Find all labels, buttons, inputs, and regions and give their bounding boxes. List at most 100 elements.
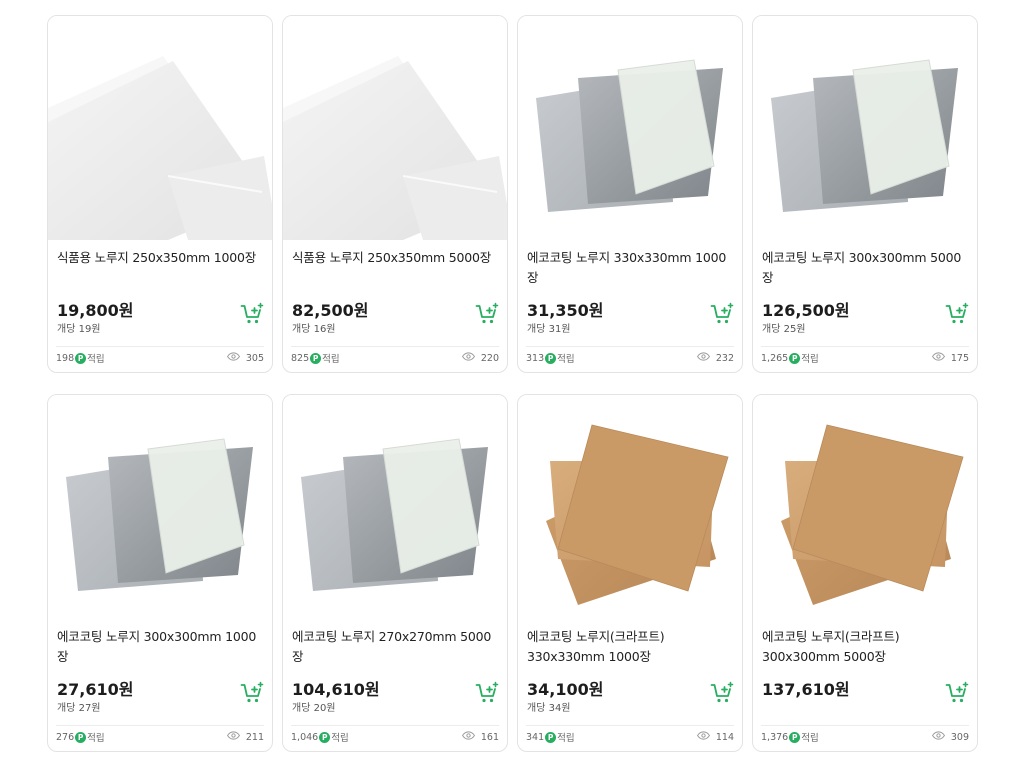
points-value: 1,265 bbox=[761, 352, 789, 364]
point-p-icon: P bbox=[319, 731, 331, 743]
points-value: 276 bbox=[56, 731, 75, 743]
product-thumbnail[interactable] bbox=[753, 16, 977, 240]
reward-points: 198 P 적립 bbox=[56, 351, 105, 365]
product-card[interactable]: 에코코팅 노루지(크라프트) 300x300mm 5000장 137,610원 … bbox=[752, 394, 978, 752]
product-image-kraft-paper bbox=[781, 424, 964, 605]
product-unit-price: 개당 16원 bbox=[292, 324, 336, 335]
product-price: 19,800원 bbox=[57, 301, 134, 320]
product-thumbnail[interactable] bbox=[48, 16, 272, 240]
view-count-value: 305 bbox=[245, 352, 264, 364]
product-thumbnail[interactable] bbox=[283, 16, 507, 240]
cart-plus-icon bbox=[710, 302, 734, 330]
product-thumbnail[interactable] bbox=[753, 395, 977, 619]
view-count: 305 bbox=[226, 352, 264, 364]
product-card[interactable]: 에코코팅 노루지(크라프트) 330x330mm 1000장 34,100원 개… bbox=[517, 394, 743, 752]
add-to-cart-button[interactable] bbox=[945, 681, 969, 705]
product-thumbnail[interactable] bbox=[283, 395, 507, 619]
product-grid: 식품용 노루지 250x350mm 1000장 19,800원 개당 19원 1… bbox=[47, 15, 978, 752]
points-label: 적립 bbox=[557, 354, 575, 365]
view-count-value: 114 bbox=[715, 731, 734, 743]
product-image-white-paper bbox=[283, 56, 507, 240]
product-card[interactable]: 에코코팅 노루지 270x270mm 5000장 104,610원 개당 20원… bbox=[282, 394, 508, 752]
product-price: 82,500원 bbox=[292, 301, 369, 320]
points-label: 적립 bbox=[331, 733, 349, 744]
product-thumbnail[interactable] bbox=[518, 395, 742, 619]
product-unit-price: 개당 27원 bbox=[57, 703, 101, 714]
points-label: 적립 bbox=[87, 354, 105, 365]
point-p-icon: P bbox=[75, 731, 87, 743]
product-thumbnail[interactable] bbox=[518, 16, 742, 240]
add-to-cart-button[interactable] bbox=[475, 302, 499, 326]
product-unit-price: 개당 34원 bbox=[527, 703, 571, 714]
cart-plus-icon bbox=[945, 302, 969, 330]
add-to-cart-button[interactable] bbox=[710, 681, 734, 705]
card-divider bbox=[526, 725, 734, 726]
product-thumbnail[interactable] bbox=[48, 395, 272, 619]
product-unit-price: 개당 19원 bbox=[57, 324, 101, 335]
cart-plus-icon bbox=[945, 681, 969, 709]
points-value: 1,046 bbox=[291, 731, 319, 743]
reward-points: 1,265 P 적립 bbox=[761, 351, 819, 365]
cart-plus-icon bbox=[240, 302, 264, 330]
product-card[interactable]: 에코코팅 노루지 300x300mm 5000장 126,500원 개당 25원… bbox=[752, 15, 978, 373]
product-title[interactable]: 에코코팅 노루지(크라프트) 330x330mm 1000장 bbox=[527, 627, 734, 667]
points-value: 825 bbox=[291, 352, 310, 364]
view-count-value: 161 bbox=[480, 731, 499, 743]
add-to-cart-button[interactable] bbox=[710, 302, 734, 326]
product-title[interactable]: 식품용 노루지 250x350mm 1000장 bbox=[57, 248, 264, 268]
view-count: 309 bbox=[931, 731, 969, 743]
product-title[interactable]: 에코코팅 노루지 300x300mm 5000장 bbox=[762, 248, 969, 288]
cart-plus-icon bbox=[240, 681, 264, 709]
point-p-icon: P bbox=[545, 731, 557, 743]
reward-points: 313 P 적립 bbox=[526, 351, 575, 365]
product-title[interactable]: 에코코팅 노루지 270x270mm 5000장 bbox=[292, 627, 499, 667]
view-count: 232 bbox=[696, 352, 734, 364]
view-count-value: 211 bbox=[245, 731, 264, 743]
product-unit-price: 개당 20원 bbox=[292, 703, 336, 714]
product-price: 126,500원 bbox=[762, 301, 850, 320]
card-divider bbox=[761, 346, 969, 347]
reward-points: 1,376 P 적립 bbox=[761, 730, 819, 744]
points-label: 적립 bbox=[322, 354, 340, 365]
product-price: 34,100원 bbox=[527, 680, 604, 699]
product-card[interactable]: 식품용 노루지 250x350mm 1000장 19,800원 개당 19원 1… bbox=[47, 15, 273, 373]
product-price: 31,350원 bbox=[527, 301, 604, 320]
add-to-cart-button[interactable] bbox=[240, 302, 264, 326]
product-title[interactable]: 에코코팅 노루지 330x330mm 1000장 bbox=[527, 248, 734, 288]
point-p-icon: P bbox=[75, 352, 87, 364]
product-title[interactable]: 에코코팅 노루지 300x300mm 1000장 bbox=[57, 627, 264, 667]
add-to-cart-button[interactable] bbox=[240, 681, 264, 705]
eye-icon bbox=[461, 352, 475, 364]
points-label: 적립 bbox=[801, 733, 819, 744]
product-image-eco-paper bbox=[771, 59, 958, 212]
product-image-white-paper bbox=[48, 56, 272, 240]
eye-icon bbox=[696, 352, 710, 364]
product-meta: 276 P 적립 211 bbox=[56, 730, 264, 744]
product-card[interactable]: 식품용 노루지 250x350mm 5000장 82,500원 개당 16원 8… bbox=[282, 15, 508, 373]
product-meta: 825 P 적립 220 bbox=[291, 351, 499, 365]
product-price: 104,610원 bbox=[292, 680, 380, 699]
product-image-eco-paper bbox=[536, 59, 723, 212]
reward-points: 825 P 적립 bbox=[291, 351, 340, 365]
product-title[interactable]: 식품용 노루지 250x350mm 5000장 bbox=[292, 248, 499, 268]
view-count: 114 bbox=[696, 731, 734, 743]
product-card[interactable]: 에코코팅 노루지 330x330mm 1000장 31,350원 개당 31원 … bbox=[517, 15, 743, 373]
view-count: 161 bbox=[461, 731, 499, 743]
eye-icon bbox=[461, 731, 475, 743]
cart-plus-icon bbox=[710, 681, 734, 709]
view-count: 175 bbox=[931, 352, 969, 364]
product-meta: 1,265 P 적립 175 bbox=[761, 351, 969, 365]
product-card[interactable]: 에코코팅 노루지 300x300mm 1000장 27,610원 개당 27원 … bbox=[47, 394, 273, 752]
add-to-cart-button[interactable] bbox=[945, 302, 969, 326]
points-value: 313 bbox=[526, 352, 545, 364]
product-title[interactable]: 에코코팅 노루지(크라프트) 300x300mm 5000장 bbox=[762, 627, 969, 667]
add-to-cart-button[interactable] bbox=[475, 681, 499, 705]
reward-points: 1,046 P 적립 bbox=[291, 730, 349, 744]
product-unit-price: 개당 25원 bbox=[762, 324, 806, 335]
card-divider bbox=[291, 346, 499, 347]
points-value: 1,376 bbox=[761, 731, 789, 743]
card-divider bbox=[56, 725, 264, 726]
view-count-value: 220 bbox=[480, 352, 499, 364]
product-image-eco-paper bbox=[66, 438, 253, 591]
cart-plus-icon bbox=[475, 681, 499, 709]
